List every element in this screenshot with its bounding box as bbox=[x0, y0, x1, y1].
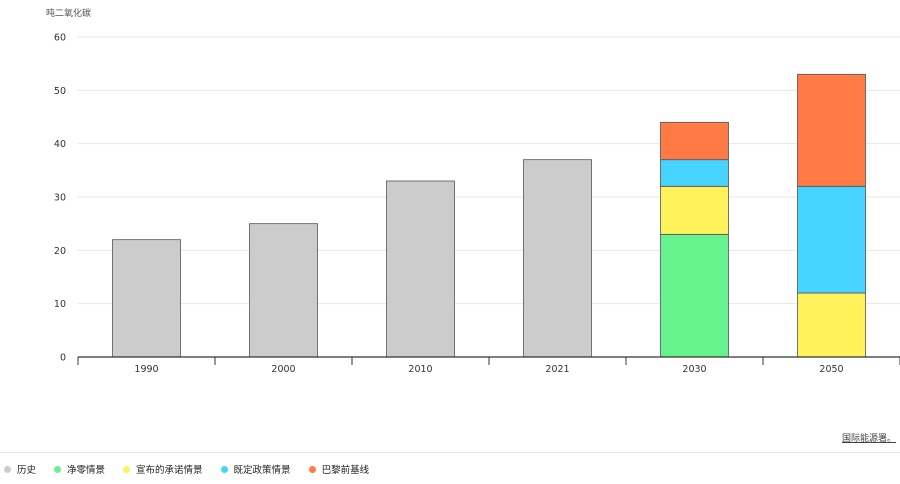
bar-segment bbox=[660, 185, 729, 235]
bar-segment bbox=[797, 292, 866, 358]
legend-divider bbox=[0, 452, 900, 453]
bar-segment bbox=[386, 180, 455, 358]
bar-segment bbox=[249, 223, 318, 358]
bar-segment bbox=[660, 121, 729, 161]
legend-item[interactable]: 历史 bbox=[4, 462, 36, 476]
bar-segment bbox=[660, 159, 729, 187]
y-tick-label: 60 bbox=[54, 33, 66, 44]
legend-item[interactable]: 既定政策情景 bbox=[220, 462, 291, 476]
legend-swatch-icon bbox=[54, 465, 62, 473]
legend-label: 巴黎前基线 bbox=[321, 465, 370, 476]
y-tick-label: 10 bbox=[54, 299, 66, 310]
bar-segment bbox=[797, 185, 866, 294]
legend-swatch-icon bbox=[123, 465, 131, 473]
x-tick-label: 2050 bbox=[819, 364, 843, 375]
legend-swatch-icon bbox=[308, 465, 316, 473]
stacked-bar-chart: 01020304050601990 2000 2010 2021 2030 2050 bbox=[54, 33, 900, 375]
legend-label: 宣布的承诺情景 bbox=[136, 465, 203, 476]
legend-swatch-icon bbox=[220, 465, 228, 473]
y-tick-label: 0 bbox=[60, 353, 66, 364]
chart-area: 吨二氧化碳 0 10 20 30 40 50 60 1990 2000 2010 2021 2030 2… bbox=[0, 0, 900, 444]
y-tick-label: 30 bbox=[54, 193, 66, 204]
bar-segment bbox=[112, 239, 181, 358]
legend-label: 既定政策情景 bbox=[233, 465, 291, 476]
bar-segment bbox=[523, 159, 592, 358]
x-tick-label: 1990 bbox=[134, 364, 158, 375]
legend-swatch-icon bbox=[4, 465, 11, 473]
legend: 历史 净零情景 宣布的承诺情景 既定政策情景 巴黎前基线 bbox=[4, 462, 387, 476]
legend-label: 历史 bbox=[17, 465, 37, 476]
y-tick-label: 40 bbox=[54, 139, 66, 150]
y-tick-label: 50 bbox=[54, 86, 66, 97]
y-tick-label: 20 bbox=[54, 246, 66, 257]
source-link[interactable]: 国际能源署。 bbox=[842, 431, 896, 444]
x-tick-label: 2010 bbox=[408, 364, 432, 375]
legend-label: 净零情景 bbox=[67, 465, 106, 476]
x-tick-label: 2000 bbox=[271, 364, 295, 375]
bar-segment bbox=[797, 73, 866, 187]
x-tick-label: 2021 bbox=[545, 364, 569, 375]
legend-item[interactable]: 净零情景 bbox=[54, 462, 105, 476]
x-tick-label: 2030 bbox=[682, 364, 706, 375]
legend-item[interactable]: 巴黎前基线 bbox=[308, 462, 370, 476]
bar-segment bbox=[660, 233, 729, 358]
legend-item[interactable]: 宣布的承诺情景 bbox=[123, 462, 203, 476]
